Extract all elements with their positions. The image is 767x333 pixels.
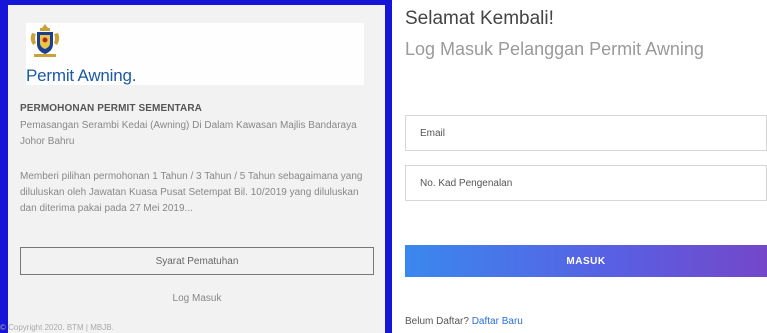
- brand-name: Permit Awning.: [26, 66, 137, 85]
- masuk-button[interactable]: MASUK: [405, 245, 767, 277]
- logo-block: Permit Awning.: [26, 23, 364, 85]
- crest-icon: [30, 24, 60, 57]
- syarat-pematuhan-button[interactable]: Syarat Pematuhan: [20, 247, 374, 275]
- info-panel: Permit Awning. PERMOHONAN PERMIT SEMENTA…: [0, 5, 385, 333]
- login-panel: Selamat Kembali! Log Masuk Pelanggan Per…: [392, 0, 767, 333]
- signup-prompt-text: Belum Daftar?: [405, 316, 469, 327]
- permit-subtitle: Pemasangan Serambi Kedai (Awning) Di Dal…: [20, 120, 357, 147]
- permit-description: Memberi pilihan permohonan 1 Tahun / 3 T…: [20, 171, 363, 214]
- daftar-baru-link[interactable]: Daftar Baru: [472, 316, 523, 327]
- copyright-text: © Copyright 2020. BTM | MBJB.: [0, 323, 114, 332]
- login-subtitle: Log Masuk Pelanggan Permit Awning: [405, 39, 704, 59]
- signup-prompt: Belum Daftar? Daftar Baru: [405, 316, 523, 327]
- log-masuk-link[interactable]: Log Masuk: [20, 293, 374, 304]
- permit-title: PERMOHONAN PERMIT SEMENTARA: [20, 103, 202, 114]
- welcome-heading: Selamat Kembali!: [405, 8, 554, 29]
- email-field[interactable]: [405, 115, 767, 151]
- ic-number-field[interactable]: [405, 165, 767, 201]
